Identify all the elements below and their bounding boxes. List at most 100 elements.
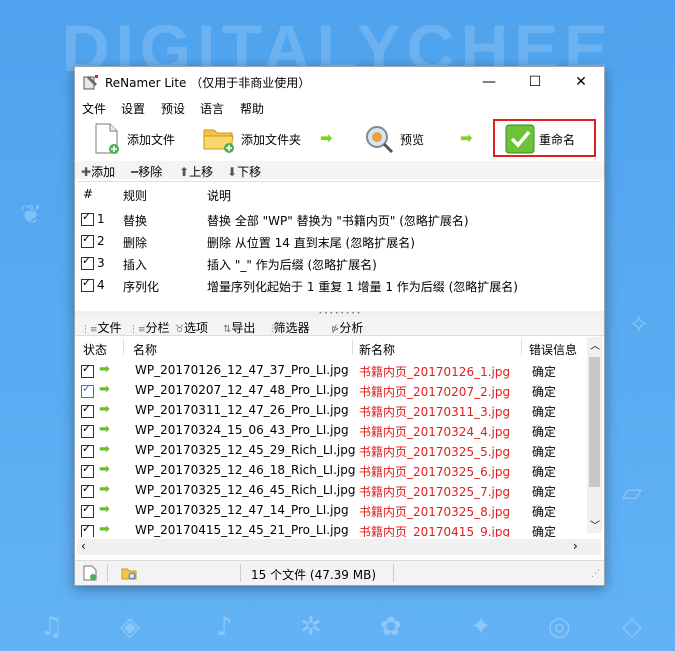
file-checkbox[interactable] [81, 502, 94, 518]
files-horizontal-scrollbar[interactable]: ‹ › [77, 539, 601, 555]
column-separator[interactable] [521, 339, 522, 355]
menu-presets[interactable]: 预设 [161, 100, 185, 117]
files-toolbar: ⋮≡文件 ⋮≡分栏 ♉选项 ⇅导出 ⫶筛选器 ⋫分析 [75, 317, 604, 336]
files-header-state[interactable]: 状态 [83, 341, 107, 358]
file-name: WP_20170325_12_47_14_Pro_LI.jpg [135, 503, 349, 517]
arrow-right-icon: ➡ [99, 422, 110, 437]
file-row[interactable]: ➡ WP_20170126_12_47_37_Pro_LI.jpg 书籍内页_2… [77, 361, 587, 381]
file-status: 确定 [532, 365, 557, 379]
file-checkbox[interactable] [81, 382, 94, 398]
file-row[interactable]: ➡ WP_20170207_12_47_48_Pro_LI.jpg 书籍内页_2… [77, 381, 587, 401]
status-separator [107, 564, 108, 582]
file-checkbox[interactable] [81, 402, 94, 418]
rule-row[interactable]: 2 删除 删除 从位置 14 直到末尾 (忽略扩展名) [77, 231, 601, 253]
status-file-count: 15 个文件 (47.39 MB) [251, 568, 377, 582]
maximize-button[interactable]: ☐ [512, 67, 558, 97]
leaf-icon: ❦ [20, 200, 42, 230]
file-checkbox[interactable] [81, 362, 94, 378]
file-checkbox[interactable] [81, 482, 94, 498]
file-row[interactable]: ➡ WP_20170311_12_47_26_Pro_LI.jpg 书籍内页_2… [77, 401, 587, 421]
preview-label: 预览 [400, 132, 425, 147]
arrow-right-icon: ➡ [99, 482, 110, 497]
file-row[interactable]: ➡ WP_20170325_12_45_29_Rich_LI.jpg 书籍内页_… [77, 441, 587, 461]
preview-button[interactable]: 预览 [364, 121, 424, 157]
scroll-right-icon[interactable]: › [573, 539, 578, 553]
remove-rule-button[interactable]: ━移除 [131, 163, 162, 180]
options-menu-button[interactable]: ♉选项 [175, 319, 208, 336]
arrow-right-icon: ➡ [99, 402, 110, 417]
music-note-icon: ♫ [40, 612, 64, 642]
add-folder-button[interactable]: 添加文件夹 [203, 121, 301, 157]
rule-checkbox[interactable] [81, 210, 94, 226]
rule-name: 序列化 [123, 280, 160, 294]
scroll-left-icon[interactable]: ‹ [81, 539, 86, 553]
circle-icon: ◎ [548, 612, 571, 642]
minimize-button[interactable]: — [466, 67, 512, 97]
flower-icon: ✿ [380, 612, 402, 642]
file-name: WP_20170325_12_46_18_Rich_LI.jpg [135, 463, 356, 477]
rule-row[interactable]: 3 插入 插入 "_" 作为后缀 (忽略扩展名) [77, 253, 601, 275]
arrow-right-icon: ➡ [99, 502, 110, 517]
rule-row[interactable]: 4 序列化 增量序列化起始于 1 重复 1 增量 1 作为后缀 (忽略扩展名) [77, 275, 601, 297]
file-checkbox[interactable] [81, 522, 94, 537]
add-files-button[interactable]: 添加文件 [93, 121, 175, 157]
close-button[interactable]: ✕ [558, 67, 604, 97]
file-checkbox[interactable] [81, 462, 94, 478]
gear-icon: ✲ [300, 612, 322, 642]
files-menu-button[interactable]: ⋮≡文件 [81, 319, 122, 336]
file-name: WP_20170126_12_47_37_Pro_LI.jpg [135, 363, 349, 377]
file-new-name: 书籍内页_20170325_8.jpg [359, 505, 511, 519]
rename-button[interactable]: 重命名 [505, 121, 575, 157]
status-separator [240, 564, 241, 582]
file-row[interactable]: ➡ WP_20170325_12_46_18_Rich_LI.jpg 书籍内页_… [77, 461, 587, 481]
diamond-icon: ◇ [622, 612, 642, 642]
file-row[interactable]: ➡ WP_20170415_12_45_21_Pro_LI.jpg 书籍内页_2… [77, 521, 587, 537]
menu-settings[interactable]: 设置 [121, 100, 145, 117]
rule-checkbox[interactable] [81, 276, 94, 292]
file-row[interactable]: ➡ WP_20170324_15_06_43_Pro_LI.jpg 书籍内页_2… [77, 421, 587, 441]
move-down-button[interactable]: ⬇下移 [227, 163, 261, 180]
move-up-button[interactable]: ⬆上移 [179, 163, 213, 180]
file-status: 确定 [532, 485, 557, 499]
file-row[interactable]: ➡ WP_20170325_12_46_45_Rich_LI.jpg 书籍内页_… [77, 481, 587, 501]
arrow-right-icon: ➡ [460, 129, 473, 147]
analyze-menu-button[interactable]: ⋫分析 [331, 319, 363, 336]
menu-file[interactable]: 文件 [82, 100, 106, 117]
menu-help[interactable]: 帮助 [240, 100, 264, 117]
rule-desc: 删除 从位置 14 直到末尾 (忽略扩展名) [207, 236, 415, 250]
export-menu-button[interactable]: ⇅导出 [223, 319, 255, 336]
checkmark-icon [505, 124, 535, 154]
rule-checkbox[interactable] [81, 232, 94, 248]
columns-menu-button[interactable]: ⋮≡分栏 [129, 319, 170, 336]
column-separator[interactable] [352, 339, 353, 355]
scroll-up-icon[interactable]: ︿ [590, 337, 600, 352]
file-name: WP_20170415_12_45_21_Pro_LI.jpg [135, 523, 349, 537]
files-vertical-scrollbar[interactable]: ︿ ﹀ [587, 337, 602, 533]
files-header-error[interactable]: 错误信息 [529, 341, 577, 358]
files-header-name[interactable]: 名称 [133, 341, 157, 358]
file-row[interactable]: ➡ WP_20170325_12_47_14_Pro_LI.jpg 书籍内页_2… [77, 501, 587, 521]
file-checkbox[interactable] [81, 442, 94, 458]
file-name: WP_20170325_12_45_29_Rich_LI.jpg [135, 443, 356, 457]
add-rule-button[interactable]: ✚添加 [81, 163, 115, 180]
new-file-icon [83, 565, 97, 581]
arrow-down-icon: ⬇ [227, 165, 238, 179]
files-header-new-name[interactable]: 新名称 [359, 341, 395, 358]
resize-grip-icon[interactable]: ⋰ [591, 569, 600, 579]
filter-menu-button[interactable]: ⫶筛选器 [271, 319, 310, 336]
menu-language[interactable]: 语言 [200, 100, 224, 117]
options-icon: ♉ [175, 324, 184, 335]
file-name: WP_20170207_12_47_48_Pro_LI.jpg [135, 383, 349, 397]
arrow-right-icon: ➡ [99, 442, 110, 457]
file-new-name: 书籍内页_20170415_9.jpg [359, 525, 511, 537]
column-separator[interactable] [123, 339, 124, 355]
folder-search-icon [121, 568, 137, 580]
rules-toolbar: ✚添加 ━移除 ⬆上移 ⬇下移 [75, 161, 604, 179]
file-checkbox[interactable] [81, 422, 94, 438]
rule-row[interactable]: 1 替换 替换 全部 "WP" 替换为 "书籍内页" (忽略扩展名) [77, 209, 601, 231]
scroll-thumb[interactable] [589, 357, 600, 487]
arrow-right-icon: ➡ [320, 129, 333, 147]
scroll-down-icon[interactable]: ﹀ [590, 517, 600, 532]
window-title: ReNamer Lite （仅用于非商业使用） [105, 76, 311, 90]
rule-checkbox[interactable] [81, 254, 94, 270]
